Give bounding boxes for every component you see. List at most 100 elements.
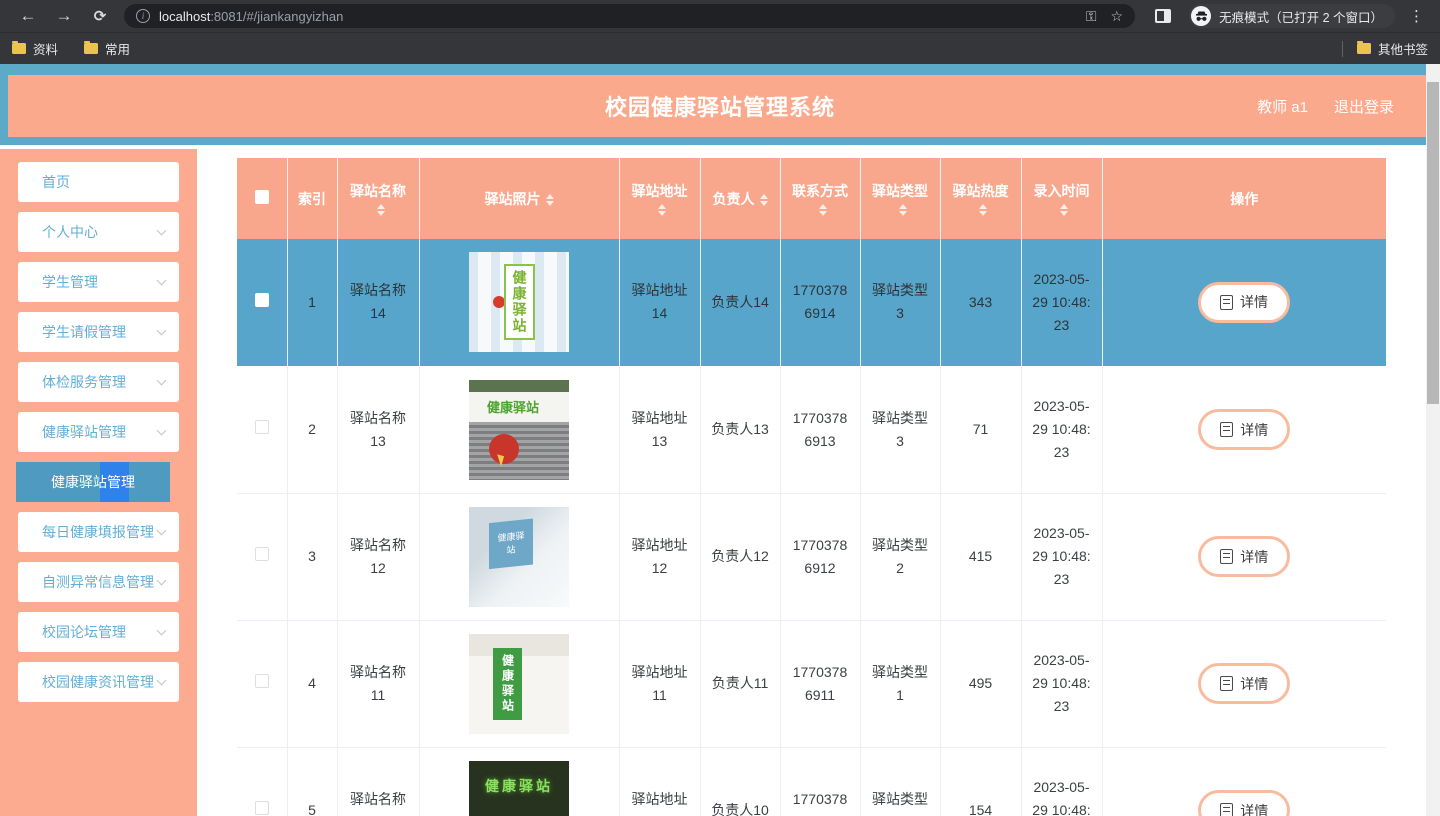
table-row: 5 驿站名称 10 健康驿站 驿站地址 10 负责人10 17703786910… xyxy=(237,747,1386,816)
sidebar-item-label: 健康驿站管理 xyxy=(42,424,126,440)
col-header-type: 驿站类型 xyxy=(860,158,941,239)
sidebar-item-student-leave-mgmt[interactable]: 学生请假管理 xyxy=(18,312,179,352)
cell-address: 驿站地址 12 xyxy=(619,493,701,621)
sidebar-item-health-station-mgmt[interactable]: 健康驿站管理 xyxy=(18,412,179,452)
station-photo: 健康驿站 xyxy=(469,760,569,816)
scrollbar-thumb[interactable] xyxy=(1427,82,1439,404)
current-user-label: 教师 a1 xyxy=(1257,98,1308,116)
page-scrollbar[interactable] xyxy=(1426,64,1440,816)
col-header-owner: 负责人 xyxy=(700,158,781,239)
sidebar-item-campus-health-news-mgmt[interactable]: 校园健康资讯管理 xyxy=(18,662,179,702)
logout-link[interactable]: 退出登录 xyxy=(1334,96,1394,117)
col-header-name: 驿站名称 xyxy=(337,158,420,239)
url-host: localhost xyxy=(159,8,211,24)
cell-heat: 71 xyxy=(940,366,1022,494)
sort-icon[interactable] xyxy=(759,193,768,206)
sort-icon[interactable] xyxy=(898,203,907,216)
browser-menu-icon[interactable]: ⋮ xyxy=(1409,7,1424,25)
cell-address: 驿站地址 13 xyxy=(619,366,701,494)
table-row: 1 驿站名称 14 健康驿站 驿站地址 14 负责人14 17703786914… xyxy=(237,239,1387,367)
sidebar-item-home[interactable]: 首页 xyxy=(18,162,179,202)
table-row: 2 驿站名称 13 健康驿站 驿站地址 13 负责人13 17703786913… xyxy=(237,366,1386,494)
forward-button[interactable]: → xyxy=(51,3,77,29)
row-checkbox[interactable] xyxy=(254,292,269,307)
incognito-label: 无痕模式（已打开 2 个窗口） xyxy=(1219,10,1383,25)
sort-icon[interactable] xyxy=(545,193,554,206)
cell-heat: 495 xyxy=(940,620,1022,748)
table-header-row: 索引 驿站名称 驿站照片 驿站地址 负责人 联系方式 驿站类型 驿站热度 录入时… xyxy=(237,158,1386,239)
sidebar-item-campus-forum-mgmt[interactable]: 校园论坛管理 xyxy=(18,612,179,652)
sidebar-item-label: 校园论坛管理 xyxy=(42,624,126,640)
sort-icon[interactable] xyxy=(658,203,666,216)
site-info-icon[interactable]: i xyxy=(136,9,150,23)
folder-icon xyxy=(1356,41,1371,54)
cell-index: 5 xyxy=(287,747,338,816)
bookmark-label: 常用 xyxy=(105,43,131,57)
password-key-icon[interactable]: ⚿ xyxy=(1086,8,1097,25)
sidebar-subitem-health-station-mgmt-active[interactable]: 健康驿站管理 xyxy=(16,462,170,502)
url-bar[interactable]: i localhost:8081/#/jiankangyizhan ⚿ ☆ xyxy=(124,4,1136,28)
cell-time: 2023-05-29 10:48:23 xyxy=(1021,620,1103,748)
row-checkbox[interactable] xyxy=(254,420,269,434)
detail-button[interactable]: 详情 xyxy=(1198,663,1291,704)
row-checkbox[interactable] xyxy=(254,674,269,688)
sidebar-item-self-test-abnormal-mgmt[interactable]: 自测异常信息管理 xyxy=(18,562,179,602)
bookmark-label: 资料 xyxy=(33,43,59,57)
detail-button[interactable]: 详情 xyxy=(1198,281,1290,323)
document-icon xyxy=(1220,676,1234,691)
sort-icon[interactable] xyxy=(818,203,827,216)
cell-heat: 154 xyxy=(940,747,1022,816)
col-header-time: 录入时间 xyxy=(1021,158,1103,239)
sort-icon[interactable] xyxy=(376,203,385,216)
incognito-badge[interactable]: 无痕模式（已打开 2 个窗口） xyxy=(1189,4,1395,28)
cell-name: 驿站名称 13 xyxy=(337,366,420,494)
row-checkbox[interactable] xyxy=(254,547,269,561)
cell-owner: 负责人13 xyxy=(700,366,781,494)
row-checkbox[interactable] xyxy=(254,801,269,815)
chevron-down-icon xyxy=(156,625,167,635)
sort-icon[interactable] xyxy=(1060,203,1068,216)
other-bookmarks-label: 其他书签 xyxy=(1377,43,1428,57)
photo-sign-text: 健康驿站 xyxy=(485,778,553,794)
cell-time: 2023-05-29 10:48:23 xyxy=(1021,493,1103,621)
reload-button[interactable]: ⟳ xyxy=(87,3,113,29)
cell-name: 驿站名称 14 xyxy=(337,239,420,367)
photo-sign-text: 健康驿站 xyxy=(492,647,522,720)
detail-button[interactable]: 详情 xyxy=(1198,536,1291,577)
cell-time: 2023-05-29 10:48:23 xyxy=(1021,366,1103,494)
sidebar-item-checkup-service-mgmt[interactable]: 体检服务管理 xyxy=(18,362,179,402)
bookmark-folder-ziliao[interactable]: 资料 xyxy=(12,39,58,58)
table-panel: 索引 驿站名称 驿站照片 驿站地址 负责人 联系方式 驿站类型 驿站热度 录入时… xyxy=(237,158,1387,816)
chevron-down-icon xyxy=(156,325,167,335)
incognito-icon xyxy=(1191,6,1212,26)
cell-time: 2023-05-29 10:48:23 xyxy=(1021,239,1103,367)
bookmark-folder-changyong[interactable]: 常用 xyxy=(84,39,130,58)
chevron-down-icon xyxy=(156,275,167,285)
col-header-index: 索引 xyxy=(287,158,338,239)
sort-icon[interactable] xyxy=(979,203,987,216)
col-header-photo: 驿站照片 xyxy=(419,158,620,239)
cell-index: 1 xyxy=(287,239,338,367)
back-button[interactable]: ← xyxy=(15,3,41,29)
other-bookmarks[interactable]: 其他书签 xyxy=(1341,39,1428,58)
station-photo: 健康驿站 xyxy=(469,633,569,734)
sidebar-item-label: 学生管理 xyxy=(42,274,98,290)
bookmark-star-icon[interactable]: ☆ xyxy=(1111,8,1124,25)
cell-phone: 17703786914 xyxy=(780,239,861,367)
detail-button[interactable]: 详情 xyxy=(1198,409,1291,450)
cell-owner: 负责人11 xyxy=(700,620,781,748)
side-panel-icon[interactable] xyxy=(1155,9,1172,23)
sidebar-item-personal-center[interactable]: 个人中心 xyxy=(18,212,179,252)
cell-name: 驿站名称 11 xyxy=(337,620,420,748)
cell-heat: 415 xyxy=(940,493,1022,621)
select-all-checkbox[interactable] xyxy=(254,190,269,204)
cell-type: 驿站类型 3 xyxy=(860,239,941,367)
sidebar-item-student-mgmt[interactable]: 学生管理 xyxy=(18,262,179,302)
sidebar-item-label: 学生请假管理 xyxy=(42,324,126,340)
chevron-down-icon xyxy=(156,425,167,435)
detail-button[interactable]: 详情 xyxy=(1198,790,1291,816)
col-header-heat: 驿站热度 xyxy=(940,158,1022,239)
cell-owner: 负责人14 xyxy=(700,239,781,367)
photo-sign-text: 健康驿站 xyxy=(489,518,533,569)
sidebar-item-daily-health-report-mgmt[interactable]: 每日健康填报管理 xyxy=(18,512,179,552)
